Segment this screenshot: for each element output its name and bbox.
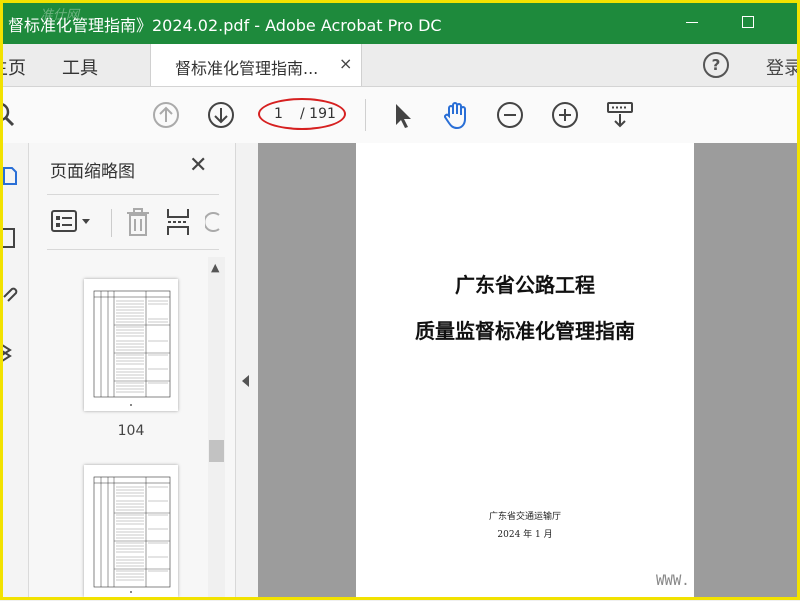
close-panel-icon[interactable]: ✕ xyxy=(189,153,207,178)
tools-menu[interactable]: 工具 xyxy=(62,54,98,80)
page-thumbnail[interactable] xyxy=(84,465,178,597)
main-toolbar: 1 / 191 xyxy=(0,87,800,144)
document-title-line-1: 广东省公路工程 xyxy=(455,273,595,297)
insert-pages-icon[interactable] xyxy=(165,207,191,237)
close-tab-icon[interactable]: × xyxy=(339,54,352,73)
title-bar: 准仕网 督标准化管理指南》2024.02.pdf - Adobe Acrobat… xyxy=(0,0,800,44)
panel-toolbar-divider xyxy=(111,209,112,237)
page-thumbnail[interactable] xyxy=(84,279,178,411)
toolbar-divider xyxy=(365,99,366,131)
attachment-icon[interactable] xyxy=(2,281,20,303)
document-tab-label: 督标准化管理指南... xyxy=(175,59,319,78)
scrollbar-thumb[interactable] xyxy=(209,440,224,462)
panel-toolbar xyxy=(47,203,221,243)
layers-icon[interactable] xyxy=(2,341,20,363)
select-arrow-icon[interactable] xyxy=(386,99,418,131)
current-page-input[interactable]: 1 xyxy=(274,106,283,122)
document-organization: 广东省交通运输厅 xyxy=(488,512,561,522)
help-icon[interactable]: ? xyxy=(703,52,729,78)
maximize-button[interactable] xyxy=(736,10,760,34)
collapse-arrow-icon[interactable] xyxy=(242,375,249,387)
next-page-icon[interactable] xyxy=(205,99,237,131)
panel-collapse-strip[interactable] xyxy=(236,143,258,600)
document-viewport[interactable]: 广东省公路工程 质量监督标准化管理指南 广东省交通运输厅 2024 年 1 月 … xyxy=(258,143,800,600)
panel-divider-2 xyxy=(47,249,219,250)
thumbnail-options-icon[interactable] xyxy=(51,209,95,235)
total-pages-label: / 191 xyxy=(300,106,336,122)
home-menu[interactable]: 主页 xyxy=(0,54,26,80)
thumbnail-table-preview xyxy=(93,290,171,406)
rotate-icon[interactable] xyxy=(205,209,221,235)
keyboard-scroll-icon[interactable] xyxy=(604,99,636,131)
zoom-out-icon[interactable] xyxy=(494,99,526,131)
page-thumbnails-icon[interactable] xyxy=(2,165,20,187)
thumbnail-table-preview xyxy=(93,476,171,593)
scroll-up-icon[interactable]: ▲ xyxy=(211,261,219,274)
bookmark-icon[interactable] xyxy=(2,227,20,249)
search-icon[interactable] xyxy=(0,99,20,131)
document-title-line-2: 质量监督标准化管理指南 xyxy=(415,319,635,343)
panel-divider xyxy=(47,194,219,195)
page-watermark: WWW. xyxy=(656,573,690,589)
minimize-button[interactable] xyxy=(680,10,704,34)
left-icon-rail xyxy=(0,143,29,600)
thumbnails-scrollbar[interactable]: ▲ xyxy=(208,257,225,600)
menu-tab-bar: 主页 工具 督标准化管理指南... × ? 登录 xyxy=(0,44,800,87)
document-date: 2024 年 1 月 xyxy=(497,530,553,540)
thumbnail-page-number: 104 xyxy=(117,423,145,439)
login-link[interactable]: 登录 xyxy=(766,54,800,80)
hand-tool-icon[interactable] xyxy=(440,99,472,131)
previous-page-icon[interactable] xyxy=(150,99,182,131)
trash-icon[interactable] xyxy=(125,207,151,237)
pdf-page: 广东省公路工程 质量监督标准化管理指南 广东省交通运输厅 2024 年 1 月 … xyxy=(356,143,694,600)
thumbnails-panel: 页面缩略图 ✕ 104 ▲ xyxy=(29,143,236,600)
document-tab[interactable]: 督标准化管理指南... × xyxy=(150,44,362,86)
window-title: 督标准化管理指南》2024.02.pdf - Adobe Acrobat Pro… xyxy=(8,16,442,35)
zoom-in-icon[interactable] xyxy=(549,99,581,131)
panel-title: 页面缩略图 xyxy=(50,162,135,182)
